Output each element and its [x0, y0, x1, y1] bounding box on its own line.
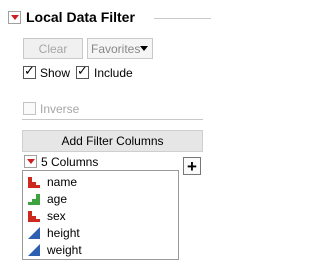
- list-item[interactable]: sex: [27, 208, 66, 224]
- filter-panel-header: Local Data Filter: [4, 6, 211, 30]
- column-list[interactable]: name age sex height weight: [22, 170, 179, 260]
- ordinal-icon: [28, 194, 40, 205]
- favorites-dropdown[interactable]: Favorites: [87, 38, 153, 59]
- columns-count-label: 5 Columns: [41, 155, 99, 169]
- nominal-icon: [28, 211, 40, 222]
- add-filter-columns-button[interactable]: Add Filter Columns: [22, 130, 203, 152]
- section-divider: [22, 119, 203, 120]
- list-item[interactable]: age: [27, 191, 67, 207]
- nominal-icon: [28, 177, 40, 188]
- columns-collapse-arrow-icon[interactable]: [24, 155, 37, 168]
- inverse-checkbox[interactable]: [23, 102, 36, 115]
- column-name: name: [47, 175, 78, 189]
- inverse-label: Inverse: [40, 102, 80, 116]
- continuous-icon: [28, 244, 40, 256]
- collapse-arrow-icon[interactable]: [8, 11, 21, 24]
- column-name: height: [47, 226, 80, 240]
- panel-title: Local Data Filter: [26, 9, 135, 25]
- continuous-icon: [28, 227, 40, 239]
- favorites-label: Favorites: [91, 41, 141, 56]
- include-checkbox[interactable]: [76, 64, 89, 79]
- list-item[interactable]: height: [27, 225, 80, 241]
- list-item[interactable]: weight: [27, 242, 82, 258]
- title-divider: [154, 18, 211, 19]
- include-label: Include: [94, 66, 133, 80]
- show-label: Show: [40, 66, 71, 80]
- column-name: age: [47, 192, 68, 206]
- column-name: sex: [47, 209, 66, 223]
- clear-button[interactable]: Clear: [23, 38, 83, 59]
- plus-icon: +: [187, 156, 197, 176]
- add-column-plus-button[interactable]: +: [183, 157, 201, 175]
- list-item[interactable]: name: [27, 174, 77, 190]
- column-name: weight: [47, 243, 82, 257]
- show-checkbox[interactable]: [23, 64, 36, 79]
- chevron-down-icon: [140, 46, 148, 51]
